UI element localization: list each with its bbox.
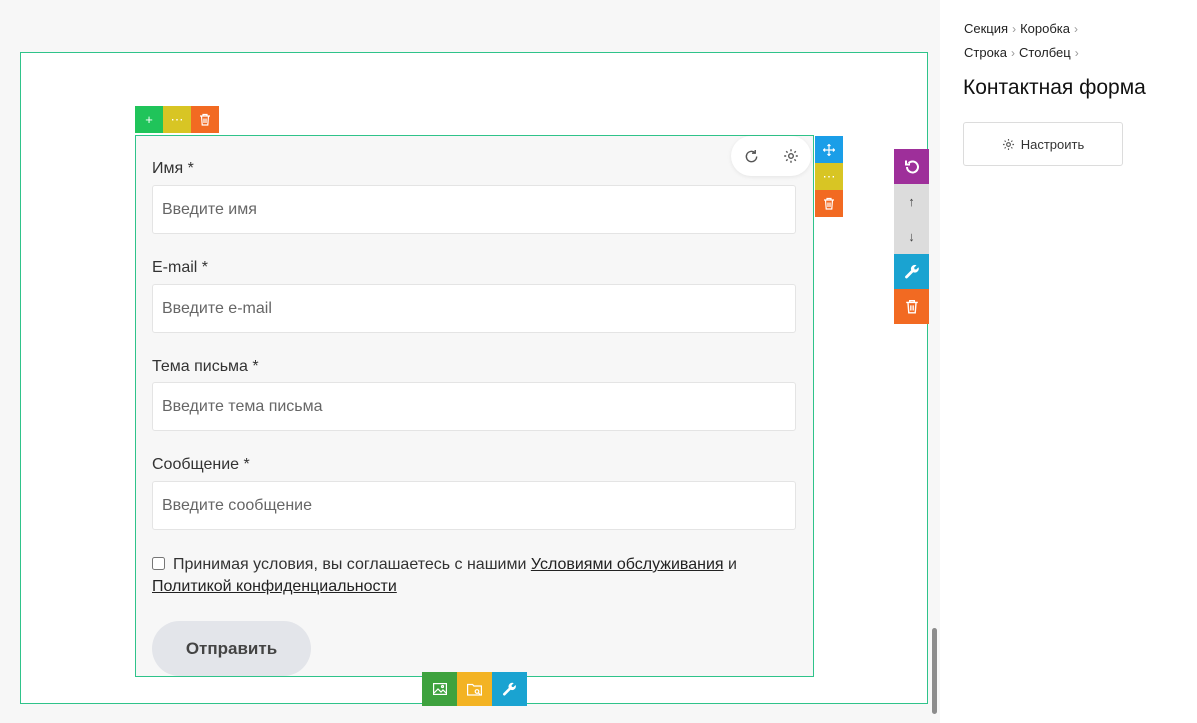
configure-button[interactable]: Настроить bbox=[963, 122, 1123, 166]
chevron-right-icon: › bbox=[1011, 46, 1016, 60]
folder-icon bbox=[467, 683, 482, 696]
consent-text: Принимая условия, вы соглашаетесь с наши… bbox=[173, 556, 527, 573]
move-up-button[interactable]: ↑ bbox=[894, 184, 929, 219]
email-label: E-mail * bbox=[152, 259, 209, 276]
email-input[interactable] bbox=[152, 284, 796, 333]
breadcrumb-item[interactable]: Коробка bbox=[1020, 21, 1070, 36]
settings-button[interactable] bbox=[492, 672, 527, 706]
plus-icon: + bbox=[145, 112, 153, 127]
delete-button[interactable] bbox=[191, 106, 219, 133]
subject-label: Тема письма * bbox=[152, 358, 259, 375]
privacy-link[interactable]: Политикой конфиденциальности bbox=[152, 578, 397, 595]
consent-and: и bbox=[728, 556, 737, 573]
wrench-icon bbox=[904, 264, 919, 278]
configure-label: Настроить bbox=[1020, 136, 1085, 152]
chevron-right-icon: › bbox=[1012, 22, 1017, 36]
editor-canvas: + ⋯ ⋯ ↑ ↓ Имя * Введите имя E-mail * Вве… bbox=[0, 0, 940, 723]
widget-settings-button[interactable] bbox=[780, 145, 802, 167]
more-button[interactable]: ⋯ bbox=[163, 106, 191, 133]
settings-button[interactable] bbox=[894, 254, 929, 289]
name-input[interactable] bbox=[152, 185, 796, 234]
chevron-right-icon: › bbox=[1073, 22, 1078, 36]
move-down-button[interactable]: ↓ bbox=[894, 219, 929, 254]
breadcrumb-item[interactable]: Столбец bbox=[1019, 45, 1071, 60]
image-button[interactable] bbox=[422, 672, 457, 706]
terms-link[interactable]: Условиями обслуживания bbox=[531, 556, 724, 573]
chevron-right-icon: › bbox=[1074, 46, 1079, 60]
undo-icon bbox=[904, 160, 919, 173]
column-toolbar: + ⋯ bbox=[135, 106, 219, 133]
section-toolbar: ↑ ↓ bbox=[894, 149, 929, 324]
more-icon: ⋯ bbox=[170, 111, 184, 127]
gear-icon bbox=[1002, 138, 1014, 150]
message-label: Сообщение * bbox=[152, 456, 250, 473]
message-input[interactable] bbox=[152, 481, 796, 530]
add-button[interactable]: + bbox=[135, 106, 163, 133]
more-icon: ⋯ bbox=[822, 168, 836, 184]
scrollbar[interactable] bbox=[932, 628, 937, 714]
name-label: Имя * bbox=[152, 160, 194, 177]
arrow-down-icon: ↓ bbox=[908, 229, 915, 244]
trash-icon bbox=[200, 113, 210, 126]
refresh-button[interactable] bbox=[740, 145, 762, 167]
gear-icon bbox=[784, 149, 798, 163]
breadcrumb-item[interactable]: Секция bbox=[964, 21, 1008, 36]
trash-icon bbox=[824, 197, 834, 210]
subject-input[interactable] bbox=[152, 382, 796, 431]
move-button[interactable] bbox=[815, 136, 843, 163]
image-icon bbox=[432, 683, 447, 695]
bottom-toolbar bbox=[422, 672, 527, 706]
consent-row: Принимая условия, вы соглашаетесь с наши… bbox=[152, 554, 792, 598]
consent-checkbox[interactable] bbox=[152, 557, 165, 570]
wrench-icon bbox=[503, 682, 516, 696]
widget-tools bbox=[731, 136, 811, 176]
settings-panel: Секция › Коробка › Строка › Столбец › Контактн… bbox=[940, 0, 1197, 723]
undo-button[interactable] bbox=[894, 149, 929, 184]
folder-button[interactable] bbox=[457, 672, 492, 706]
trash-icon bbox=[905, 300, 918, 314]
panel-title: Контактная форма bbox=[963, 76, 1146, 99]
delete-button[interactable] bbox=[894, 289, 929, 324]
breadcrumb-item[interactable]: Строка bbox=[964, 45, 1007, 60]
submit-button[interactable]: Отправить bbox=[152, 621, 311, 676]
move-icon bbox=[823, 143, 835, 156]
delete-button[interactable] bbox=[815, 190, 843, 217]
refresh-icon bbox=[745, 149, 757, 162]
widget-toolbar: ⋯ bbox=[815, 136, 843, 217]
more-button[interactable]: ⋯ bbox=[815, 163, 843, 190]
arrow-up-icon: ↑ bbox=[908, 194, 915, 209]
breadcrumb: Секция › Коробка › Строка › Столбец › bbox=[964, 17, 1083, 65]
